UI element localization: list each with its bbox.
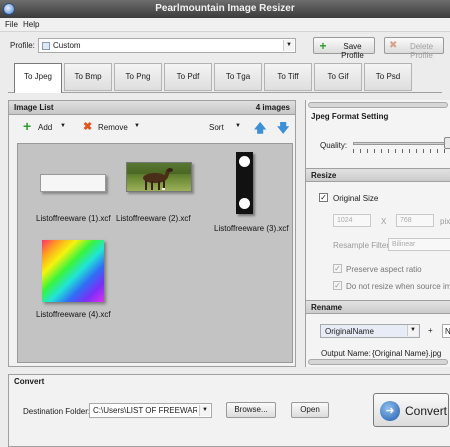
image-list-header: Image List 4 images — [9, 101, 295, 115]
preserve-aspect-checkbox[interactable]: ✓ — [333, 264, 342, 273]
rename-pattern-select[interactable]: OriginalName ▼ — [320, 324, 420, 338]
add-label: Add — [38, 123, 53, 132]
image-count: 4 images — [255, 103, 290, 112]
sort-dropdown-icon: ▼ — [235, 123, 241, 129]
profile-value: Custom — [53, 41, 81, 50]
plus-icon: + — [319, 39, 327, 53]
quality-ticks — [353, 149, 450, 153]
height-value: 768 — [400, 217, 412, 224]
profile-icon — [42, 42, 50, 50]
item-name: Listoffreeware (3).xcf — [214, 224, 289, 233]
tab-to-tiff[interactable]: To Tiff — [264, 63, 312, 91]
destination-folder-select[interactable]: C:\Users\LIST OF FREEWARE\D ▼ — [89, 403, 212, 418]
move-down-icon[interactable]: 🡇 — [277, 119, 289, 140]
menu-file[interactable]: File — [5, 20, 18, 29]
move-up-icon[interactable]: 🡅 — [254, 119, 266, 140]
convert-label: Convert — [405, 404, 448, 418]
profile-select[interactable]: Custom ▼ — [38, 38, 296, 53]
settings-panel: Jpeg Format Setting Quality: Resize ✓ Or… — [305, 100, 450, 367]
sort-button[interactable]: Sort ▼ — [209, 121, 243, 135]
rename-section-title: Rename — [306, 300, 450, 314]
chevron-down-icon: ▼ — [283, 40, 294, 51]
menu-bar: File Help — [0, 18, 450, 32]
add-button[interactable]: + Add ▼ — [23, 118, 71, 135]
item-name: Listoffreeware (2).xcf — [116, 214, 191, 223]
rename-plus: + — [428, 326, 433, 335]
image-list-title: Image List — [14, 103, 54, 112]
sort-label: Sort — [209, 123, 224, 132]
image-list-toolbar: + Add ▼ ✖ Remove ▼ Sort ▼ 🡅 🡇 — [9, 115, 295, 139]
preserve-aspect-label: Preserve aspect ratio — [346, 265, 422, 274]
add-dropdown-icon: ▼ — [60, 123, 66, 129]
original-size-checkbox[interactable]: ✓ — [319, 193, 328, 202]
unit-label: pixe — [440, 217, 450, 226]
convert-panel: Convert Destination Folder: C:\Users\LIS… — [8, 374, 450, 447]
destination-folder-value: C:\Users\LIST OF FREEWARE\D — [93, 406, 197, 415]
title-bar: Pearlmountain Image Resizer — [0, 0, 450, 18]
profile-label: Profile: — [10, 41, 35, 50]
thumbnail-image — [126, 162, 192, 192]
output-name-value: {Original Name}.jpg — [372, 349, 442, 358]
width-input[interactable]: 1024 — [333, 214, 371, 227]
chevron-down-icon: ▼ — [199, 405, 210, 416]
thumbnail-image — [40, 174, 106, 192]
resample-filter-value: Bilinear — [392, 241, 416, 248]
height-input[interactable]: 768 — [396, 214, 434, 227]
resample-filter-select[interactable]: Bilinear — [388, 238, 450, 251]
panel-scroll-handle[interactable] — [308, 102, 448, 108]
no-resize-label: Do not resize when source imag — [346, 282, 450, 291]
no-resize-checkbox[interactable]: ✓ — [333, 281, 342, 290]
convert-section-title: Convert — [14, 377, 45, 386]
tab-to-png[interactable]: To Png — [114, 63, 162, 91]
panel-scroll-bottom[interactable] — [308, 359, 448, 365]
browse-button[interactable]: Browse... — [226, 402, 276, 418]
remove-button[interactable]: ✖ Remove ▼ — [83, 121, 143, 135]
jpeg-section-title: Jpeg Format Setting — [311, 112, 389, 121]
save-profile-label: Save Profile — [341, 42, 364, 60]
open-button[interactable]: Open — [291, 402, 329, 418]
convert-arrow-icon: ➜ — [380, 401, 400, 421]
output-name-label: Output Name: — [321, 349, 371, 358]
tab-to-tga[interactable]: To Tga — [214, 63, 262, 91]
delete-icon: ✖ — [389, 40, 398, 51]
destination-label: Destination Folder: — [23, 407, 91, 416]
remove-label: Remove — [98, 123, 128, 132]
menu-help[interactable]: Help — [23, 20, 39, 29]
tab-to-pdf[interactable]: To Pdf — [164, 63, 212, 91]
image-list-panel: Image List 4 images + Add ▼ ✖ Remove ▼ S… — [8, 100, 296, 367]
width-value: 1024 — [337, 217, 353, 224]
horse-icon — [127, 163, 191, 190]
quality-slider[interactable] — [353, 142, 450, 145]
thumbnail-image — [42, 240, 104, 302]
remove-icon: ✖ — [83, 121, 93, 133]
rename-pattern-value: OriginalName — [325, 327, 374, 336]
quality-label: Quality: — [320, 141, 348, 150]
thumbnail-area[interactable]: Listoffreeware (1).xcf Listoffreeware (2… — [17, 143, 293, 363]
rename-second-value: N — [445, 327, 450, 336]
remove-dropdown-icon: ▼ — [134, 123, 140, 129]
format-tabs: To Jpeg To Bmp To Png To Pdf To Tga To T… — [8, 63, 442, 93]
quality-slider-thumb[interactable] — [444, 137, 450, 149]
add-icon: + — [23, 118, 32, 134]
size-separator: X — [381, 217, 387, 226]
rename-second-select[interactable]: N — [442, 324, 450, 338]
item-name: Listoffreeware (4).xcf — [36, 310, 111, 319]
delete-profile-label: Delete Profile — [409, 42, 434, 60]
tab-to-psd[interactable]: To Psd — [364, 63, 412, 91]
thumbnail-image — [236, 152, 253, 214]
tab-to-jpeg[interactable]: To Jpeg — [14, 63, 62, 93]
original-size-label: Original Size — [333, 194, 379, 203]
window-title: Pearlmountain Image Resizer — [155, 3, 295, 14]
resize-section-title: Resize — [306, 168, 450, 182]
chevron-down-icon: ▼ — [407, 325, 418, 336]
convert-button[interactable]: ➜ Convert — [373, 393, 449, 427]
tab-to-bmp[interactable]: To Bmp — [64, 63, 112, 91]
delete-profile-button[interactable]: ✖ Delete Profile — [384, 37, 444, 60]
tab-to-gif[interactable]: To Gif — [314, 63, 362, 91]
save-profile-button[interactable]: + Save Profile — [313, 37, 375, 60]
resample-filter-label: Resample Filter: — [333, 241, 392, 250]
